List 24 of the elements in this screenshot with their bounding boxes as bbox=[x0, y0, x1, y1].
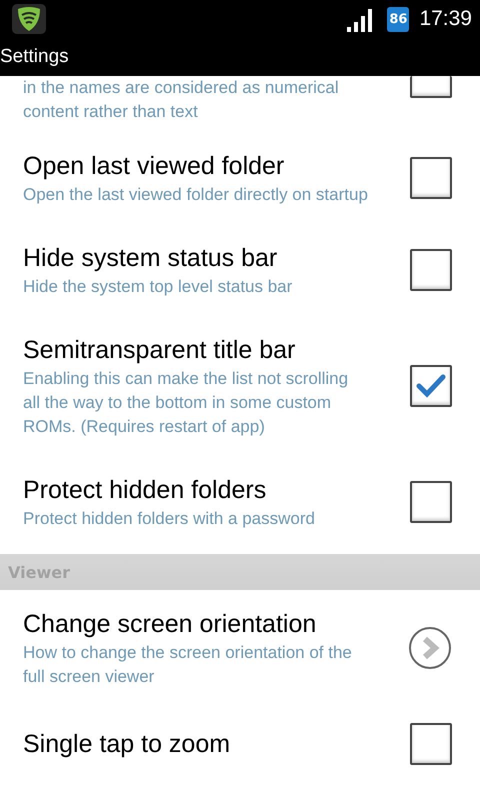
battery-level: 86 bbox=[387, 6, 410, 32]
setting-title[interactable]: Semitransparent title bar bbox=[23, 333, 368, 367]
clock: 17:39 bbox=[419, 7, 472, 31]
setting-summary: in the names are considered as numerical content rather than text bbox=[23, 77, 340, 123]
setting-title[interactable]: Change screen orientation bbox=[23, 607, 368, 641]
shield-icon bbox=[12, 4, 46, 34]
checkbox[interactable] bbox=[410, 76, 452, 98]
chevron-circle-icon[interactable] bbox=[408, 626, 452, 670]
screen-title: Settings bbox=[0, 46, 69, 68]
checkbox[interactable] bbox=[410, 365, 452, 407]
checkbox[interactable] bbox=[410, 481, 452, 523]
setting-title[interactable]: Hide system status bar bbox=[23, 241, 368, 275]
checkmark-icon bbox=[416, 373, 446, 399]
checkbox[interactable] bbox=[410, 723, 452, 765]
setting-title[interactable]: Single tap to zoom bbox=[23, 727, 368, 761]
checkbox[interactable] bbox=[410, 157, 452, 199]
setting-summary: Protect hidden folders with a password bbox=[23, 508, 316, 530]
setting-title[interactable]: Open last viewed folder bbox=[23, 149, 368, 183]
setting-summary: Open the last viewed folder directly on startup bbox=[23, 184, 368, 206]
checkbox[interactable] bbox=[410, 249, 452, 291]
setting-summary: How to change the screen orientation of the full screen viewer bbox=[23, 642, 353, 688]
setting-title[interactable]: Protect hidden folders bbox=[23, 473, 368, 507]
setting-summary: Enabling this can make the list not scrolling all the way to the bottom in some custom ROMs. (Requires restart of app) bbox=[23, 368, 350, 438]
setting-summary: Hide the system top level status bar bbox=[23, 276, 294, 298]
